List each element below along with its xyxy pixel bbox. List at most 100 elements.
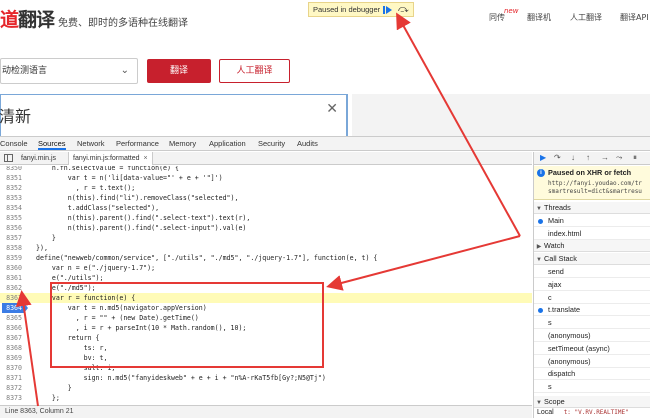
close-tab-icon[interactable]: × bbox=[144, 155, 148, 162]
step-over-icon[interactable]: ⤼ bbox=[398, 4, 409, 16]
tab-application[interactable]: Application bbox=[209, 137, 246, 150]
source-file-tabs: fanyi.min.js fanyi.min.js:formatted × bbox=[0, 152, 532, 165]
line-number[interactable]: 8362 bbox=[0, 283, 22, 293]
thread-item[interactable]: Main bbox=[534, 215, 650, 227]
debugger-controls: ▶ ↷ ↓ ↑ → ⤳ ⏸ bbox=[534, 152, 650, 165]
nav-item-translate-api[interactable]: 翻译API bbox=[620, 12, 649, 23]
nav-item-human-translation[interactable]: 人工翻译 bbox=[570, 12, 602, 23]
step-button-icon[interactable]: → bbox=[601, 153, 609, 163]
nav-item-translator-device[interactable]: 翻译机 bbox=[527, 12, 551, 23]
line-number[interactable]: 8371 bbox=[0, 373, 22, 383]
call-stack-frame[interactable]: (anonymous) bbox=[534, 330, 650, 342]
line-number[interactable]: 8368 bbox=[0, 343, 22, 353]
call-stack-frame[interactable]: c bbox=[534, 292, 650, 304]
tab-network[interactable]: Network bbox=[77, 137, 105, 150]
line-number[interactable]: 8370 bbox=[0, 363, 22, 373]
call-stack-frame-label: (anonymous) bbox=[548, 356, 591, 366]
line-number[interactable]: 8363 bbox=[0, 293, 22, 303]
call-stack-frame[interactable]: ajax bbox=[534, 279, 650, 291]
close-icon[interactable]: ✕ bbox=[326, 100, 338, 117]
code-line[interactable]: 8353 n(this).find("li").removeClass("sel… bbox=[0, 193, 532, 203]
code-line[interactable]: 8360 var n = e("./jquery-1.7"); bbox=[0, 263, 532, 273]
line-number[interactable]: 8373 bbox=[0, 393, 22, 403]
code-line[interactable]: 8357 } bbox=[0, 233, 532, 243]
step-over-button-icon[interactable]: ↷ bbox=[554, 153, 561, 163]
code-line[interactable]: 8358}), bbox=[0, 243, 532, 253]
line-number[interactable]: 8354 bbox=[0, 203, 22, 213]
thread-item[interactable]: index.html bbox=[534, 228, 650, 240]
tab-security[interactable]: Security bbox=[258, 137, 285, 150]
line-number[interactable]: 8366 bbox=[0, 323, 22, 333]
line-number[interactable]: 8360 bbox=[0, 263, 22, 273]
scope-section-header[interactable]: ▼ Scope bbox=[534, 396, 650, 408]
resume-button-icon[interactable]: ▶ bbox=[540, 153, 546, 163]
translate-button[interactable]: 翻译 bbox=[147, 59, 211, 83]
line-number[interactable]: 8358 bbox=[0, 243, 22, 253]
code-text: n(this).parent().find(".select-text").te… bbox=[36, 214, 251, 222]
call-stack-frame[interactable]: (anonymous) bbox=[534, 356, 650, 368]
code-line[interactable]: 8372 } bbox=[0, 383, 532, 393]
resume-icon-bar bbox=[383, 6, 385, 14]
scope-local-row[interactable]: Local t: "V.RV.REALTIME" bbox=[534, 409, 650, 418]
paused-banner-text: Paused in debugger bbox=[313, 5, 381, 14]
step-into-button-icon[interactable]: ↓ bbox=[571, 153, 575, 163]
tab-performance[interactable]: Performance bbox=[116, 137, 159, 150]
line-number[interactable]: 8357 bbox=[0, 233, 22, 243]
breakpoint-line-number[interactable]: 8364 bbox=[2, 303, 28, 313]
line-number[interactable]: 8361 bbox=[0, 273, 22, 283]
call-stack-frame[interactable]: send bbox=[534, 266, 650, 278]
line-number[interactable]: 8351 bbox=[0, 173, 22, 183]
call-stack-frame[interactable]: t.translate bbox=[534, 304, 650, 317]
code-line[interactable]: 8356 n(this).parent().find(".select-inpu… bbox=[0, 223, 532, 233]
info-icon: i bbox=[537, 169, 545, 177]
code-line[interactable]: 8351 var t = n('li[data-value="' + e + '… bbox=[0, 173, 532, 183]
line-number[interactable]: 8355 bbox=[0, 213, 22, 223]
call-stack-frame[interactable]: dispatch bbox=[534, 368, 650, 381]
watch-section-header[interactable]: ▶ Watch bbox=[534, 240, 650, 252]
call-stack-section-header[interactable]: ▼ Call Stack bbox=[534, 253, 650, 265]
line-number[interactable]: 8352 bbox=[0, 183, 22, 193]
call-stack-frame-label: dispatch bbox=[548, 369, 576, 379]
line-number[interactable]: 8367 bbox=[0, 333, 22, 343]
tab-audits[interactable]: Audits bbox=[297, 137, 318, 150]
navigator-toggle-icon[interactable] bbox=[4, 154, 13, 162]
line-number[interactable]: 8359 bbox=[0, 253, 22, 263]
tab-memory[interactable]: Memory bbox=[169, 137, 196, 150]
line-number[interactable]: 8353 bbox=[0, 193, 22, 203]
code-line[interactable]: 8350 n.fn.selectValue = function(e) { bbox=[0, 166, 532, 173]
human-translation-button[interactable]: 人工翻译 bbox=[219, 59, 290, 83]
tab-sources[interactable]: Sources bbox=[38, 137, 66, 150]
code-line[interactable]: 8359 define("newweb/common/service", ["./… bbox=[0, 253, 532, 263]
step-out-button-icon[interactable]: ↑ bbox=[586, 153, 590, 163]
source-input-area[interactable]: 清新 ✕ bbox=[0, 94, 348, 138]
code-line[interactable]: 8371 sign: n.md5("fanyideskweb" + e + i … bbox=[0, 373, 532, 383]
code-line[interactable]: 8355 n(this).parent().find(".select-text… bbox=[0, 213, 532, 223]
code-line[interactable]: 8374 t.recordUpdate = function(e) { bbox=[0, 403, 532, 404]
debugger-sidebar: ▶ ↷ ↓ ↑ → ⤳ ⏸ i Paused on XHR or fetch h… bbox=[533, 152, 650, 418]
threads-section-header[interactable]: ▼ Threads bbox=[534, 202, 650, 214]
current-frame-icon bbox=[538, 219, 543, 224]
deactivate-breakpoints-icon[interactable]: ⤳ bbox=[616, 153, 622, 163]
code-line[interactable]: 8373 }; bbox=[0, 393, 532, 403]
line-number[interactable]: 8374 bbox=[0, 403, 22, 404]
call-stack-frame-label: s bbox=[548, 382, 552, 392]
call-stack-frame[interactable]: s bbox=[534, 317, 650, 330]
line-number[interactable]: 8356 bbox=[0, 223, 22, 233]
youdao-logo[interactable]: 道翻译 bbox=[0, 5, 55, 32]
nav-item-simultaneous[interactable]: 同传 bbox=[489, 12, 505, 23]
line-number[interactable]: 8365 bbox=[0, 313, 22, 323]
file-tab-fanyi-min[interactable]: fanyi.min.js bbox=[17, 152, 60, 165]
resume-icon[interactable] bbox=[386, 6, 392, 14]
tab-console[interactable]: Console bbox=[0, 137, 28, 150]
file-tab-fanyi-formatted[interactable]: fanyi.min.js:formatted × bbox=[68, 152, 153, 165]
call-stack-frame[interactable]: s bbox=[534, 381, 650, 394]
call-stack-frame-label: ajax bbox=[548, 279, 562, 289]
code-line[interactable]: 8352 , r = t.text(); bbox=[0, 183, 532, 193]
call-stack-frame[interactable]: setTimeout (async) bbox=[534, 343, 650, 355]
language-select[interactable]: 动检测语言 ⌄ bbox=[0, 58, 138, 84]
pause-on-exceptions-icon[interactable]: ⏸ bbox=[633, 153, 637, 163]
line-number[interactable]: 8372 bbox=[0, 383, 22, 393]
line-number[interactable]: 8350 bbox=[0, 166, 22, 173]
line-number[interactable]: 8369 bbox=[0, 353, 22, 363]
code-line[interactable]: 8354 t.addClass("selected"), bbox=[0, 203, 532, 213]
